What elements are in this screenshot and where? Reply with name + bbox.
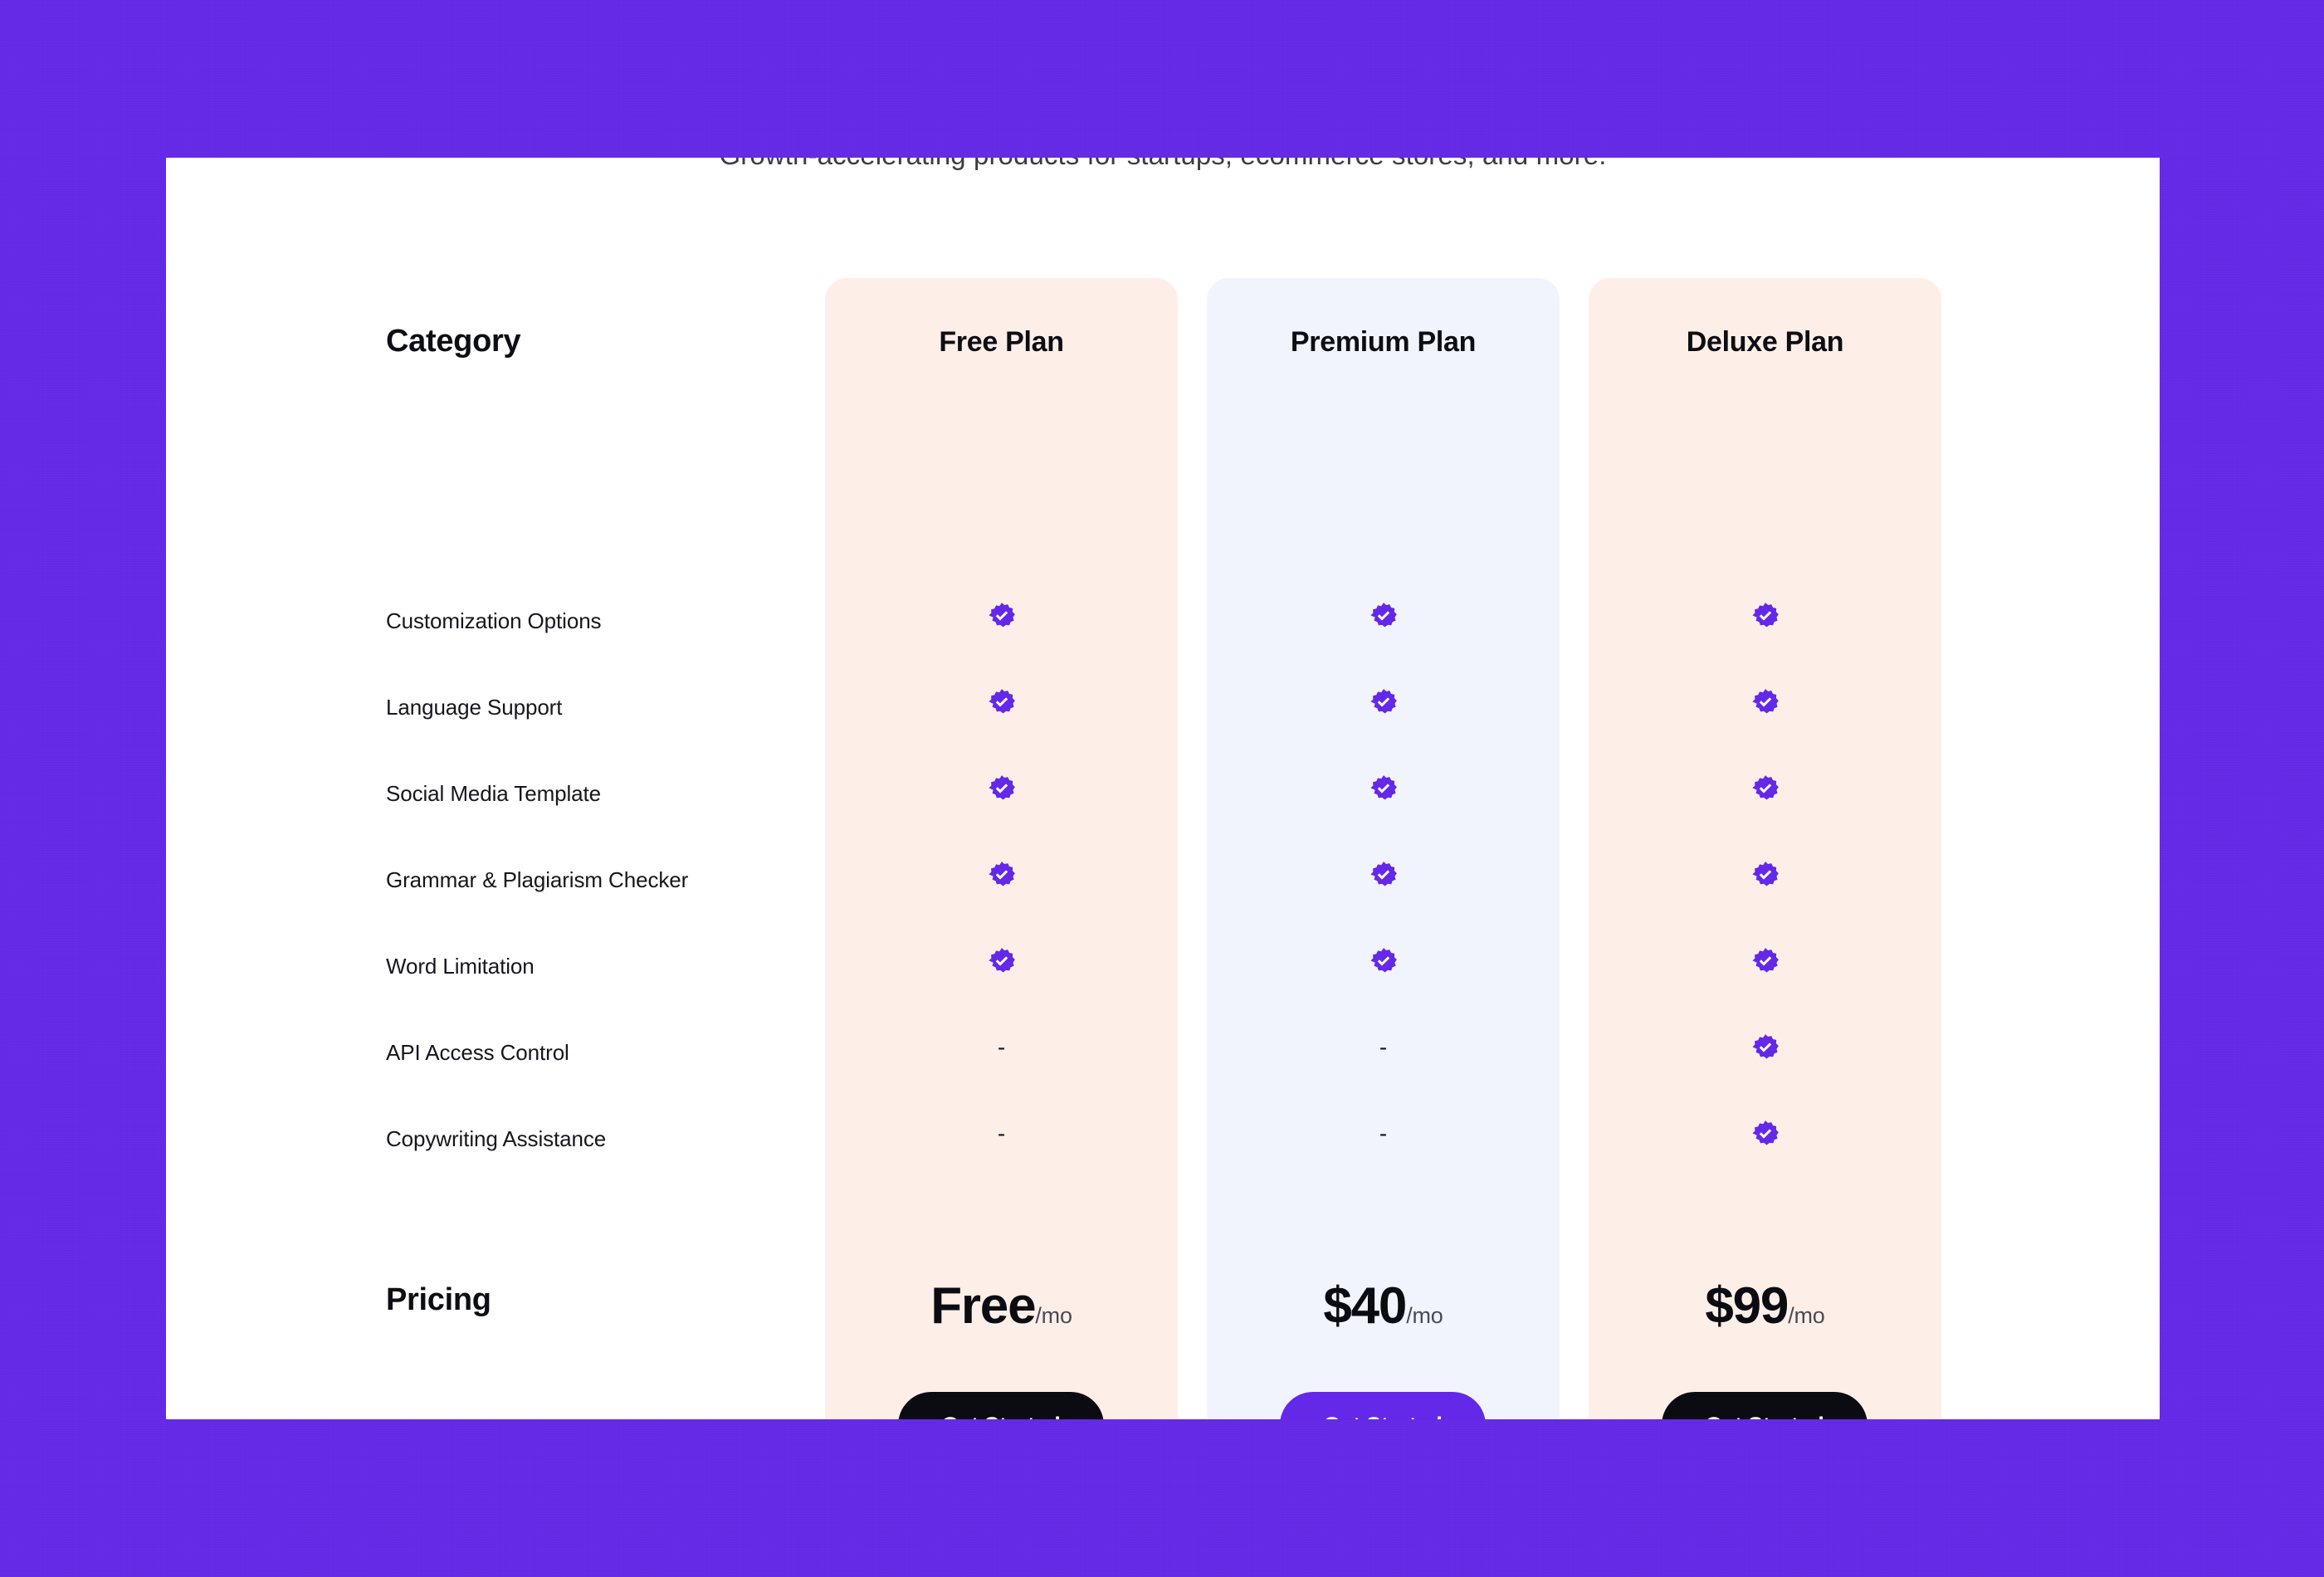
verified-badge-check-icon	[1370, 602, 1398, 630]
plan-header-premium: Premium Plan	[1290, 326, 1477, 358]
price-amount-premium: $40	[1323, 1277, 1407, 1335]
price-amount-deluxe: $99	[1705, 1277, 1789, 1335]
feature-cell-deluxe-row-4-included	[1589, 947, 1941, 975]
verified-badge-check-icon	[988, 861, 1016, 889]
feature-cell-free-row-0-included	[825, 602, 1178, 630]
get-started-button-premium[interactable]: Get Started	[1280, 1392, 1486, 1419]
feature-cell-deluxe-row-2-included	[1589, 774, 1941, 803]
verified-badge-check-icon	[988, 947, 1016, 975]
price-amount-free: Free	[930, 1277, 1036, 1335]
feature-label-row-1: Language Support	[386, 695, 563, 720]
feature-cell-free-row-6-excluded: -	[825, 1120, 1178, 1148]
price-premium: $40/mo	[1207, 1277, 1560, 1335]
feature-cell-free-row-3-included	[825, 861, 1178, 889]
verified-badge-check-icon	[988, 688, 1016, 716]
excluded-dash-icon: -	[997, 1034, 1006, 1060]
feature-cell-deluxe-row-0-included	[1589, 602, 1941, 630]
feature-label-row-4: Word Limitation	[386, 954, 535, 979]
feature-cell-premium-row-1-included	[1207, 688, 1560, 716]
plan-header-free: Free Plan	[939, 326, 1064, 358]
price-period-premium: /mo	[1406, 1303, 1443, 1328]
excluded-dash-icon: -	[1379, 1034, 1388, 1060]
verified-badge-check-icon	[1751, 688, 1780, 716]
price-free: Free/mo	[825, 1277, 1178, 1335]
verified-badge-check-icon	[1751, 861, 1780, 889]
feature-cell-premium-row-4-included	[1207, 947, 1560, 975]
pricing-comparison-table: Category Free Plan Premium Plan Deluxe P…	[166, 158, 2160, 1419]
feature-cell-deluxe-row-3-included	[1589, 861, 1941, 889]
feature-cell-free-row-5-excluded: -	[825, 1033, 1178, 1062]
verified-badge-check-icon	[988, 774, 1016, 803]
feature-label-row-5: API Access Control	[386, 1040, 569, 1065]
pricing-row-header: Pricing	[386, 1282, 491, 1317]
feature-cell-deluxe-row-1-included	[1589, 688, 1941, 716]
verified-badge-check-icon	[1370, 861, 1398, 889]
excluded-dash-icon: -	[997, 1120, 1006, 1146]
verified-badge-check-icon	[1751, 602, 1780, 630]
excluded-dash-icon: -	[1379, 1120, 1388, 1146]
feature-label-row-6: Copywriting Assistance	[386, 1126, 607, 1151]
feature-cell-free-row-2-included	[825, 774, 1178, 803]
plan-card-free[interactable]	[825, 278, 1178, 1419]
verified-badge-check-icon	[988, 602, 1016, 630]
get-started-button-deluxe[interactable]: Get Started	[1662, 1392, 1868, 1419]
verified-badge-check-icon	[1370, 947, 1398, 975]
feature-cell-free-row-1-included	[825, 688, 1178, 716]
feature-cell-premium-row-3-included	[1207, 861, 1560, 889]
price-period-deluxe: /mo	[1788, 1303, 1825, 1328]
feature-cell-free-row-4-included	[825, 947, 1178, 975]
feature-label-row-2: Social Media Template	[386, 781, 602, 806]
verified-badge-check-icon	[1370, 774, 1398, 803]
pricing-panel: Growth-accelerating products for startup…	[166, 158, 2160, 1419]
verified-badge-check-icon	[1370, 688, 1398, 716]
price-deluxe: $99/mo	[1589, 1277, 1941, 1335]
plan-card-premium[interactable]	[1207, 278, 1560, 1419]
get-started-button-free[interactable]: Get Started	[898, 1392, 1104, 1419]
feature-cell-deluxe-row-6-included	[1589, 1120, 1941, 1148]
verified-badge-check-icon	[1751, 1120, 1780, 1148]
feature-label-row-0: Customization Options	[386, 608, 602, 633]
verified-badge-check-icon	[1751, 774, 1780, 803]
feature-label-row-3: Grammar & Plagiarism Checker	[386, 867, 689, 892]
plan-card-deluxe[interactable]	[1589, 278, 1941, 1419]
verified-badge-check-icon	[1751, 947, 1780, 975]
feature-cell-premium-row-0-included	[1207, 602, 1560, 630]
price-period-free: /mo	[1035, 1303, 1072, 1328]
feature-cell-premium-row-2-included	[1207, 774, 1560, 803]
verified-badge-check-icon	[1751, 1033, 1780, 1062]
category-column-header: Category	[386, 324, 521, 359]
feature-cell-premium-row-6-excluded: -	[1207, 1120, 1560, 1148]
plan-header-deluxe: Deluxe Plan	[1686, 326, 1844, 358]
feature-cell-premium-row-5-excluded: -	[1207, 1033, 1560, 1062]
feature-cell-deluxe-row-5-included	[1589, 1033, 1941, 1062]
